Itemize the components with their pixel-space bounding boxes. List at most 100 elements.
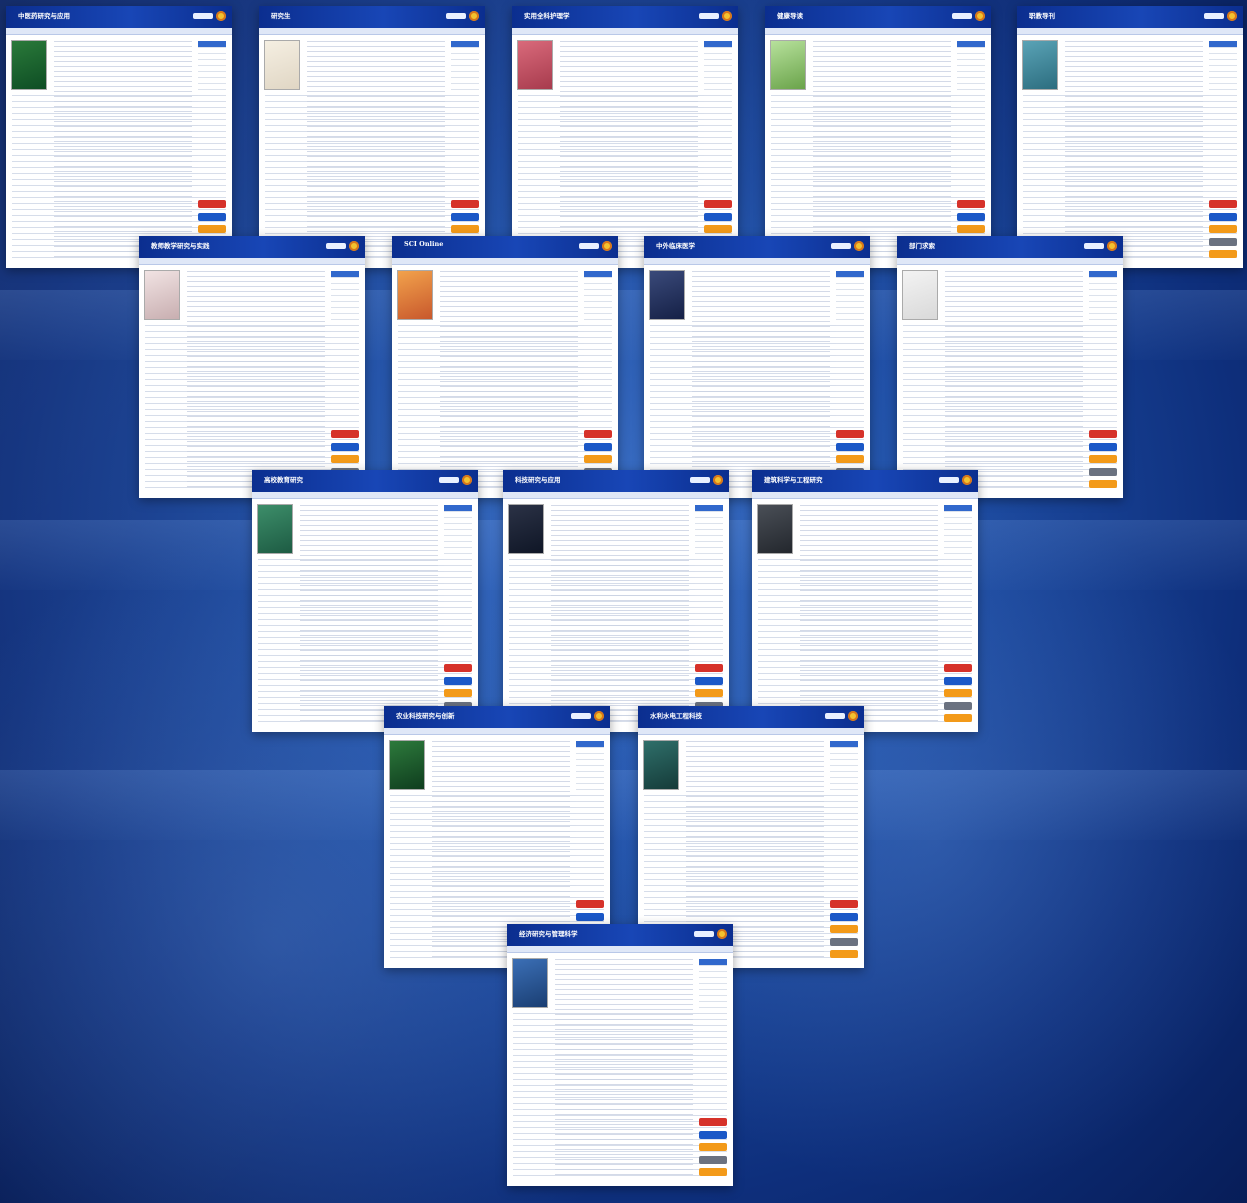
journal-body [512,35,738,268]
journal-card[interactable]: 部门求索 [897,236,1123,498]
journal-nav [6,28,232,35]
journal-card[interactable]: 中医药研究与应用 [6,6,232,268]
journal-card[interactable]: 研究生 [259,6,485,268]
logo-block [836,455,864,463]
left-column-lines [398,325,612,488]
logo-block [704,212,732,221]
partner-logos [1089,430,1117,488]
journal-title: 健康导读 [777,12,803,20]
logo-block [331,430,359,438]
journal-badges [825,711,858,721]
logo-block [576,912,604,921]
journal-badges [579,241,612,251]
left-column-lines [258,559,472,722]
logo-block [1209,225,1237,233]
journal-title: 水利水电工程科技 [650,712,702,720]
journal-card[interactable]: 实用全科护理学 [512,6,738,268]
logo-block [584,442,612,451]
journal-card[interactable]: 教师教学研究与实践 [139,236,365,498]
logo-block [444,664,472,672]
journal-nav [384,728,610,735]
journal-body [644,265,870,498]
journal-nav [644,258,870,265]
journal-card[interactable]: 科技研究与应用 [503,470,729,732]
logo-block [1089,442,1117,451]
journal-cover [145,271,179,319]
journal-card[interactable]: SCI Online [392,236,618,498]
journal-cover [265,41,299,89]
logo-block [957,212,985,221]
open-access-badge [1204,13,1224,19]
journal-badges [694,929,727,939]
journal-card[interactable]: 高校教育研究 [252,470,478,732]
journal-badges [193,11,226,21]
open-access-badge [825,713,845,719]
journal-title: 职教导刊 [1029,12,1055,20]
logo-block [1089,455,1117,463]
logo-block [944,689,972,697]
journal-card[interactable]: 经济研究与管理科学 [507,924,733,1186]
journal-badges [952,11,985,21]
journal-nav [512,28,738,35]
journal-seal-icon [462,475,472,485]
journal-badges [439,475,472,485]
journal-nav [752,492,978,499]
logo-block [830,937,858,946]
logo-block [695,689,723,697]
journal-title: 经济研究与管理科学 [519,930,578,938]
journal-header: 建筑科学与工程研究 [752,470,978,492]
journal-cover [903,271,937,319]
journal-badges [446,11,479,21]
journal-header: 高校教育研究 [252,470,478,492]
journal-nav [1017,28,1243,35]
open-access-badge [694,931,714,937]
open-access-badge [193,13,213,19]
journal-cover [650,271,684,319]
journal-body [6,35,232,268]
logo-block [830,925,858,933]
journal-body [507,953,733,1186]
open-access-badge [831,243,851,249]
journal-body [392,265,618,498]
journal-seal-icon [469,11,479,21]
journal-title: 教师教学研究与实践 [151,242,210,250]
journal-seal-icon [349,241,359,251]
logo-block [584,430,612,438]
journal-card[interactable]: 职教导刊 [1017,6,1243,268]
logo-block [444,676,472,685]
journal-title: 中外临床医学 [656,242,695,250]
logo-block [1209,250,1237,258]
journal-header: 科技研究与应用 [503,470,729,492]
left-column-lines [903,325,1117,488]
logo-block [699,1155,727,1164]
journal-header: SCI Online [392,236,618,258]
logo-block [830,950,858,958]
journal-cover [758,505,792,553]
partner-logos [830,900,858,958]
logo-block [699,1130,727,1139]
journal-seal-icon [962,475,972,485]
logo-block [830,900,858,908]
journal-title: SCI Online [404,240,444,248]
background-stripe [0,770,1247,840]
journal-seal-icon [975,11,985,21]
journal-cover [12,41,46,89]
journal-card[interactable]: 建筑科学与工程研究 [752,470,978,732]
journal-seal-icon [216,11,226,21]
journal-title: 科技研究与应用 [515,476,561,484]
journal-header: 农业科技研究与创新 [384,706,610,728]
journal-card[interactable]: 中外临床医学 [644,236,870,498]
journal-title: 建筑科学与工程研究 [764,476,823,484]
journal-cover [644,741,678,789]
left-column-lines [650,325,864,488]
open-access-badge [699,13,719,19]
logo-block [444,689,472,697]
journal-header: 研究生 [259,6,485,28]
logo-block [451,225,479,233]
journal-seal-icon [854,241,864,251]
journal-badges [1204,11,1237,21]
left-column-lines [1023,95,1237,258]
journal-title: 实用全科护理学 [524,12,570,20]
journal-nav [259,28,485,35]
journal-card[interactable]: 健康导读 [765,6,991,268]
